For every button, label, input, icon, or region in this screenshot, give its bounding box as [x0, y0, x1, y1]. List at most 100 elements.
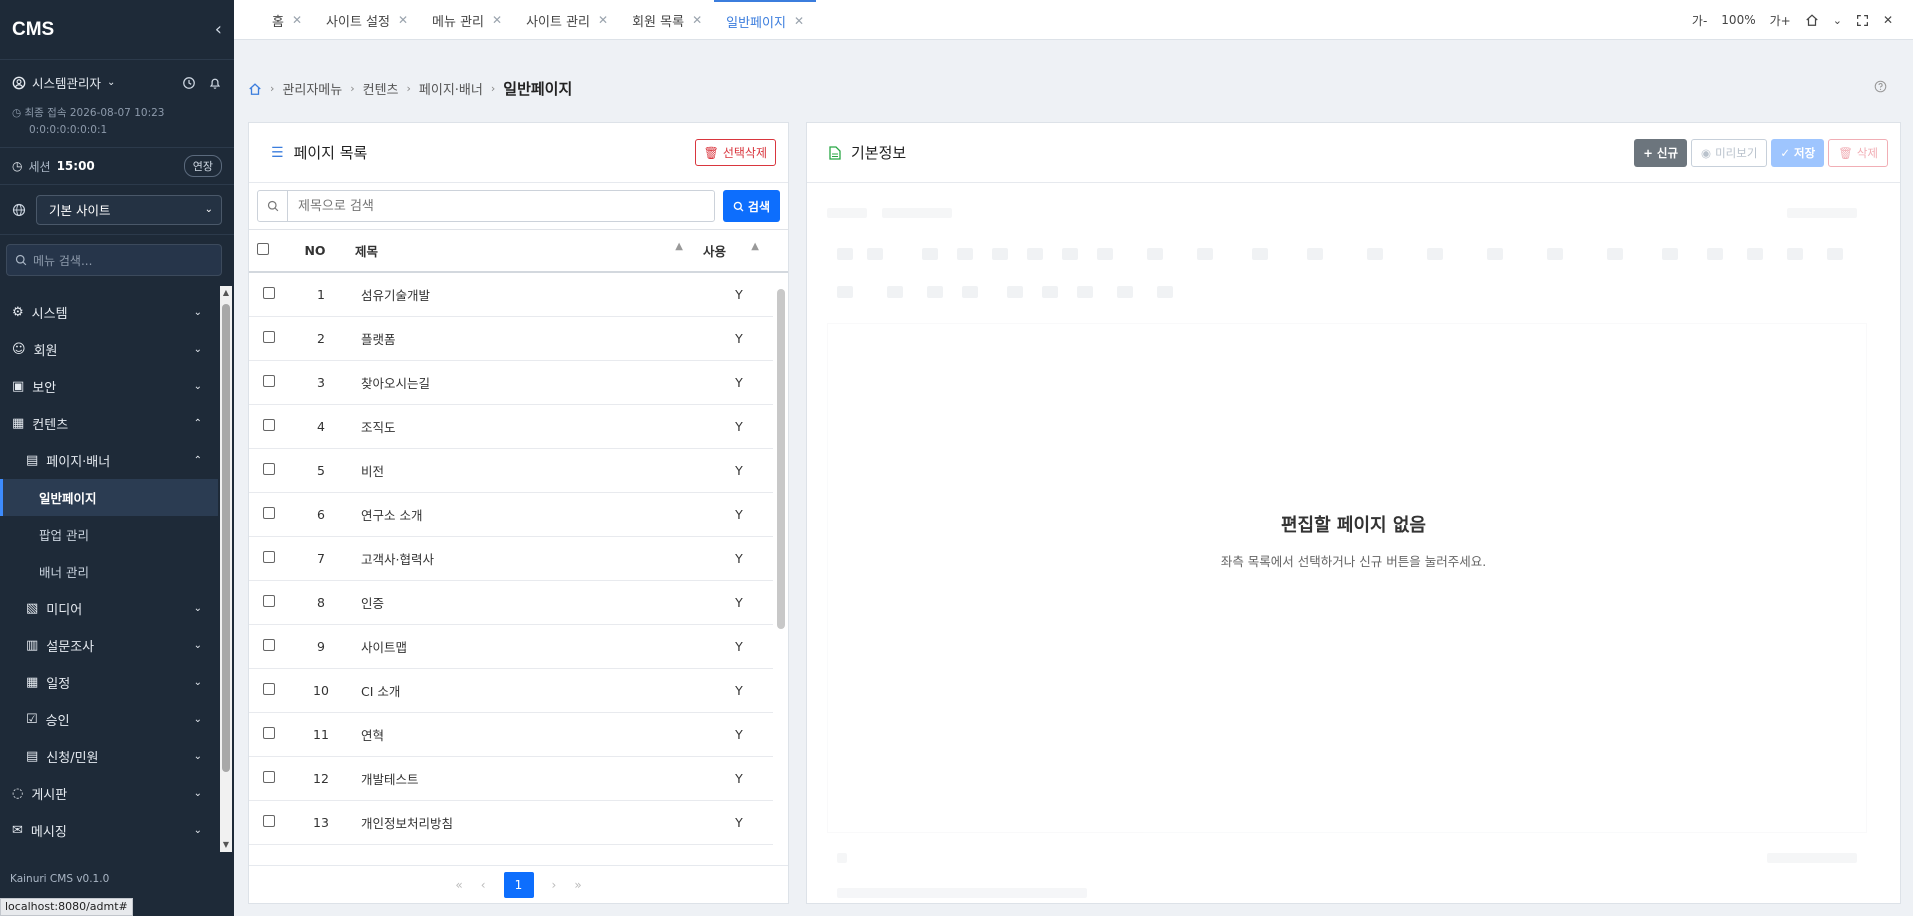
- tab-menu-management[interactable]: 메뉴 관리 ✕: [420, 0, 514, 40]
- table-scrollbar[interactable]: [776, 273, 786, 863]
- row-checkbox[interactable]: [263, 771, 275, 783]
- close-all-icon[interactable]: ✕: [1883, 13, 1893, 27]
- next-page-button[interactable]: ›: [552, 878, 557, 892]
- menu-item-label: 일반페이지: [39, 491, 97, 506]
- sidebar-scrollbar[interactable]: ▲ ▼: [220, 286, 232, 852]
- current-page-button[interactable]: 1: [503, 871, 534, 898]
- close-icon[interactable]: ✕: [692, 13, 702, 27]
- help-icon[interactable]: [1874, 80, 1887, 93]
- scrollbar-thumb[interactable]: [777, 289, 785, 629]
- table-row[interactable]: 12 개발테스트 Y: [249, 757, 773, 801]
- row-checkbox[interactable]: [263, 375, 275, 387]
- search-button[interactable]: 검색: [722, 190, 780, 222]
- menu-item-messaging[interactable]: ✉ 메시징 ⌄: [0, 812, 218, 849]
- grid-icon: ▦: [12, 416, 25, 431]
- breadcrumb-item[interactable]: 컨텐츠: [363, 79, 399, 98]
- close-icon[interactable]: ✕: [492, 13, 502, 27]
- menu-item-schedule[interactable]: ▦ 일정 ⌄: [0, 664, 218, 701]
- column-header-title[interactable]: 제목: [355, 241, 378, 260]
- delete-selected-button[interactable]: 🗑︎ 선택삭제: [694, 139, 776, 166]
- close-icon[interactable]: ✕: [794, 14, 804, 28]
- menu-item-security[interactable]: ▣ 보안 ⌄: [0, 368, 218, 405]
- row-checkbox[interactable]: [263, 331, 275, 343]
- menu-item-board[interactable]: ◌ 게시판 ⌄: [0, 775, 218, 812]
- menu-item-general-page[interactable]: 일반페이지: [0, 479, 218, 516]
- scrollbar-thumb[interactable]: [222, 304, 230, 772]
- table-row[interactable]: 4 조직도 Y: [249, 405, 773, 449]
- title-search-input[interactable]: [288, 192, 714, 220]
- close-icon[interactable]: ✕: [398, 13, 408, 27]
- table-row[interactable]: 13 개인정보처리방침 Y: [249, 801, 773, 845]
- save-button[interactable]: ✓ 저장: [1771, 138, 1825, 167]
- font-increase-button[interactable]: 가+: [1770, 12, 1791, 29]
- title-search-field: [257, 190, 715, 222]
- table-row[interactable]: 3 찾아오시는길 Y: [249, 361, 773, 405]
- chevron-left-icon[interactable]: ‹: [215, 19, 222, 40]
- select-all-checkbox[interactable]: [257, 243, 269, 255]
- row-checkbox[interactable]: [263, 639, 275, 651]
- tab-general-page[interactable]: 일반페이지 ✕: [714, 0, 816, 40]
- menu-item-banner[interactable]: 배너 관리: [0, 553, 218, 590]
- row-checkbox[interactable]: [263, 287, 275, 299]
- scroll-up-icon[interactable]: ▲: [220, 286, 232, 300]
- site-row: 기본 사이트 ⌄: [0, 185, 234, 235]
- breadcrumb-item[interactable]: 페이지·배너: [419, 79, 483, 98]
- home-icon[interactable]: [1805, 13, 1819, 27]
- preview-button[interactable]: ◉ 미리보기: [1691, 138, 1768, 167]
- tab-member-list[interactable]: 회원 목록 ✕: [620, 0, 714, 40]
- row-checkbox[interactable]: [263, 683, 275, 695]
- history-icon[interactable]: [182, 76, 196, 90]
- column-header-no[interactable]: NO: [287, 243, 343, 258]
- tab-home[interactable]: 홈 ✕: [260, 0, 314, 40]
- home-icon[interactable]: [248, 82, 262, 96]
- font-decrease-button[interactable]: 가-: [1692, 12, 1707, 29]
- row-checkbox[interactable]: [263, 463, 275, 475]
- table-row[interactable]: 1 섬유기술개발 Y: [249, 273, 773, 317]
- column-header-use[interactable]: 사용: [703, 241, 726, 260]
- chevron-down-icon: ⌄: [193, 677, 202, 688]
- table-row[interactable]: 8 인증 Y: [249, 581, 773, 625]
- menu-item-popup[interactable]: 팝업 관리: [0, 516, 218, 553]
- last-page-button[interactable]: »: [574, 878, 581, 892]
- tab-site-management[interactable]: 사이트 관리 ✕: [514, 0, 620, 40]
- row-checkbox[interactable]: [263, 727, 275, 739]
- table-row[interactable]: 2 플랫폼 Y: [249, 317, 773, 361]
- menu-item-system[interactable]: ⚙ 시스템 ⌄: [0, 294, 218, 331]
- breadcrumb-item[interactable]: 관리자메뉴: [282, 79, 342, 98]
- new-button[interactable]: + 신규: [1634, 138, 1688, 167]
- table-row[interactable]: 11 연혁 Y: [249, 713, 773, 757]
- row-checkbox[interactable]: [263, 551, 275, 563]
- table-row[interactable]: 6 연구소 소개 Y: [249, 493, 773, 537]
- sort-up-icon[interactable]: ▲: [751, 241, 759, 260]
- menu-item-contents[interactable]: ▦ 컨텐츠 ⌃: [0, 405, 218, 442]
- close-icon[interactable]: ✕: [598, 13, 608, 27]
- site-select[interactable]: 기본 사이트 ⌄: [36, 194, 222, 225]
- row-checkbox[interactable]: [263, 507, 275, 519]
- menu-item-approval[interactable]: ☑ 승인 ⌄: [0, 701, 218, 738]
- menu-item-page-banner[interactable]: ▤ 페이지·배너 ⌃: [0, 442, 218, 479]
- first-page-button[interactable]: «: [455, 878, 462, 892]
- session-extend-button[interactable]: 연장: [183, 155, 222, 177]
- menu-item-media[interactable]: ▧ 미디어 ⌄: [0, 590, 218, 627]
- table-row[interactable]: 10 CI 소개 Y: [249, 669, 773, 713]
- sort-up-icon[interactable]: ▲: [675, 241, 683, 260]
- menu-item-member[interactable]: ☺ 회원 ⌄: [0, 331, 218, 368]
- chevron-down-icon[interactable]: ⌄: [1833, 14, 1842, 27]
- menu-item-application[interactable]: ▤ 신청/민원 ⌄: [0, 738, 218, 775]
- row-checkbox[interactable]: [263, 595, 275, 607]
- delete-button[interactable]: 🗑︎ 삭제: [1828, 138, 1888, 167]
- bell-icon[interactable]: [208, 76, 222, 90]
- menu-search-input[interactable]: 메뉴 검색...: [6, 244, 222, 276]
- prev-page-button[interactable]: ‹: [481, 878, 486, 892]
- scroll-down-icon[interactable]: ▼: [220, 838, 232, 852]
- table-row[interactable]: 5 비전 Y: [249, 449, 773, 493]
- tab-site-settings[interactable]: 사이트 설정 ✕: [314, 0, 420, 40]
- user-menu[interactable]: 시스템관리자 ⌄: [12, 73, 115, 92]
- menu-item-survey[interactable]: ▥ 설문조사 ⌄: [0, 627, 218, 664]
- row-checkbox[interactable]: [263, 419, 275, 431]
- row-checkbox[interactable]: [263, 815, 275, 827]
- close-icon[interactable]: ✕: [292, 13, 302, 27]
- fullscreen-icon[interactable]: [1856, 14, 1869, 27]
- table-row[interactable]: 7 고객사·협력사 Y: [249, 537, 773, 581]
- table-row[interactable]: 9 사이트맵 Y: [249, 625, 773, 669]
